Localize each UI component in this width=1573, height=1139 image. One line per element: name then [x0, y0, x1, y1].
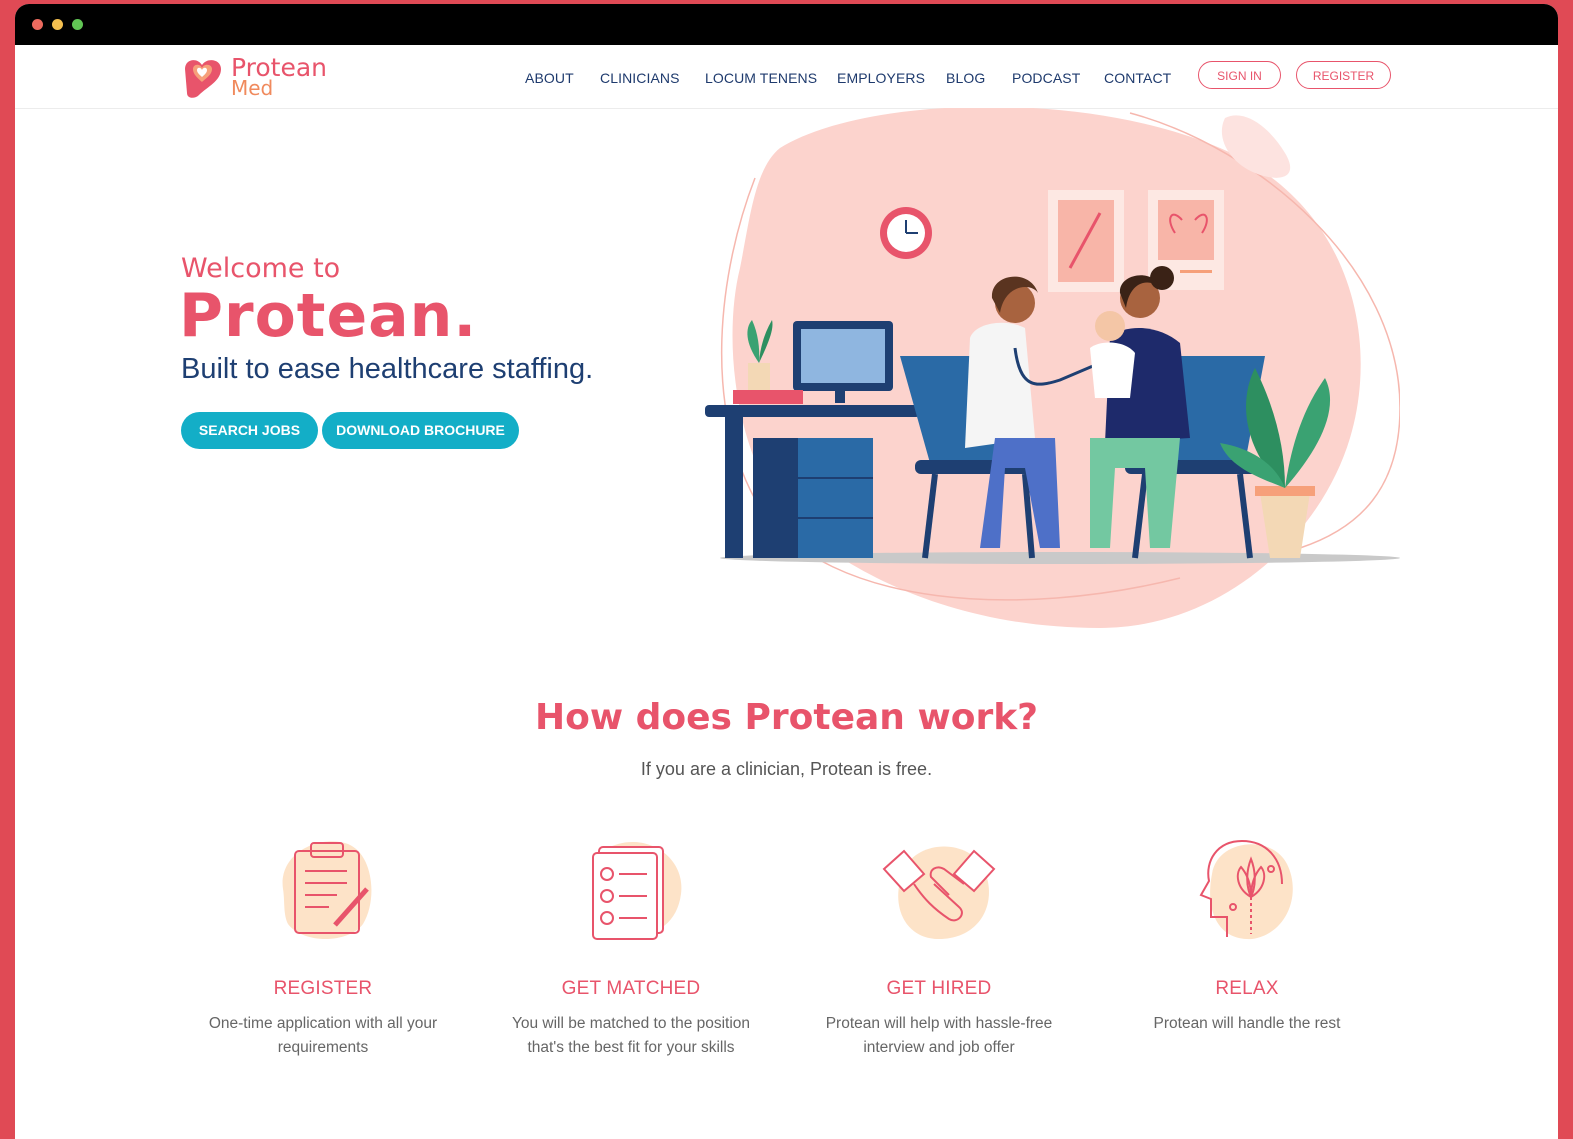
- step-description-line: requirements: [277, 1039, 369, 1056]
- nav-blog[interactable]: BLOG: [946, 70, 985, 86]
- protean-med-logo[interactable]: Protean Med: [179, 55, 349, 101]
- search-jobs-button[interactable]: SEARCH JOBS: [181, 412, 318, 449]
- nav-employers[interactable]: EMPLOYERS: [837, 70, 925, 86]
- step-description-line: One-time application with all your: [208, 1015, 438, 1032]
- download-brochure-button[interactable]: DOWNLOAD BROCHURE: [322, 412, 519, 449]
- step-title: GET HIRED: [886, 978, 992, 999]
- step-description-line: Protean will handle the rest: [1153, 1015, 1341, 1032]
- step-description-line: Protean will help with hassle-free: [825, 1015, 1053, 1032]
- hero-brand: Protean.: [179, 281, 478, 351]
- handshake-icon: [882, 846, 996, 939]
- step-register: REGISTER One-time application with all y…: [173, 829, 473, 1060]
- register-button[interactable]: REGISTER: [1296, 61, 1391, 89]
- hero-welcome: Welcome to: [181, 253, 341, 284]
- step-description: One-time application with all your requi…: [173, 1012, 473, 1060]
- sign-in-button[interactable]: SIGN IN: [1198, 61, 1281, 89]
- step-description-line: that's the best fit for your skills: [527, 1039, 735, 1056]
- wall-clock-icon: [880, 207, 932, 259]
- nav-podcast[interactable]: PODCAST: [1012, 70, 1080, 86]
- step-description: You will be matched to the position that…: [481, 1012, 781, 1060]
- clinic-illustration: [705, 108, 1400, 628]
- minimize-window-icon[interactable]: [52, 19, 63, 30]
- close-window-icon[interactable]: [32, 19, 43, 30]
- clipboard-icon: [282, 841, 372, 939]
- browser-window: Protean Med ABOUT CLINICIANS LOCUM TENEN…: [15, 4, 1558, 1139]
- step-description: Protean will help with hassle-free inter…: [789, 1012, 1089, 1060]
- nav-locum-tenens[interactable]: LOCUM TENENS: [705, 70, 817, 86]
- checklist-icon: [592, 841, 682, 940]
- logo-submark: Med: [231, 76, 274, 100]
- how-it-works-title: How does Protean work?: [534, 697, 1039, 738]
- top-navbar: Protean Med ABOUT CLINICIANS LOCUM TENEN…: [15, 45, 1558, 109]
- step-description-line: You will be matched to the position: [511, 1015, 751, 1032]
- step-get-hired: GET HIRED Protean will help with hassle-…: [789, 829, 1089, 1060]
- heart-logo-icon: [185, 60, 221, 98]
- step-get-matched: GET MATCHED You will be matched to the p…: [481, 829, 781, 1060]
- step-title: REGISTER: [273, 978, 373, 999]
- nav-clinicians[interactable]: CLINICIANS: [600, 70, 680, 86]
- step-relax: RELAX Protean will handle the rest: [1097, 829, 1397, 1036]
- nav-contact[interactable]: CONTACT: [1104, 70, 1171, 86]
- nav-about[interactable]: ABOUT: [525, 70, 574, 86]
- step-title: GET MATCHED: [561, 978, 701, 999]
- window-titlebar: [15, 4, 1558, 45]
- hero-tagline: Built to ease healthcare staffing.: [181, 353, 594, 385]
- step-description: Protean will handle the rest: [1097, 1012, 1397, 1036]
- how-it-works-subtitle: If you are a clinician, Protean is free.: [640, 759, 933, 779]
- step-description-line: interview and job offer: [863, 1039, 1015, 1056]
- maximize-window-icon[interactable]: [72, 19, 83, 30]
- step-title: RELAX: [1215, 978, 1279, 999]
- mind-lotus-icon: [1199, 840, 1293, 940]
